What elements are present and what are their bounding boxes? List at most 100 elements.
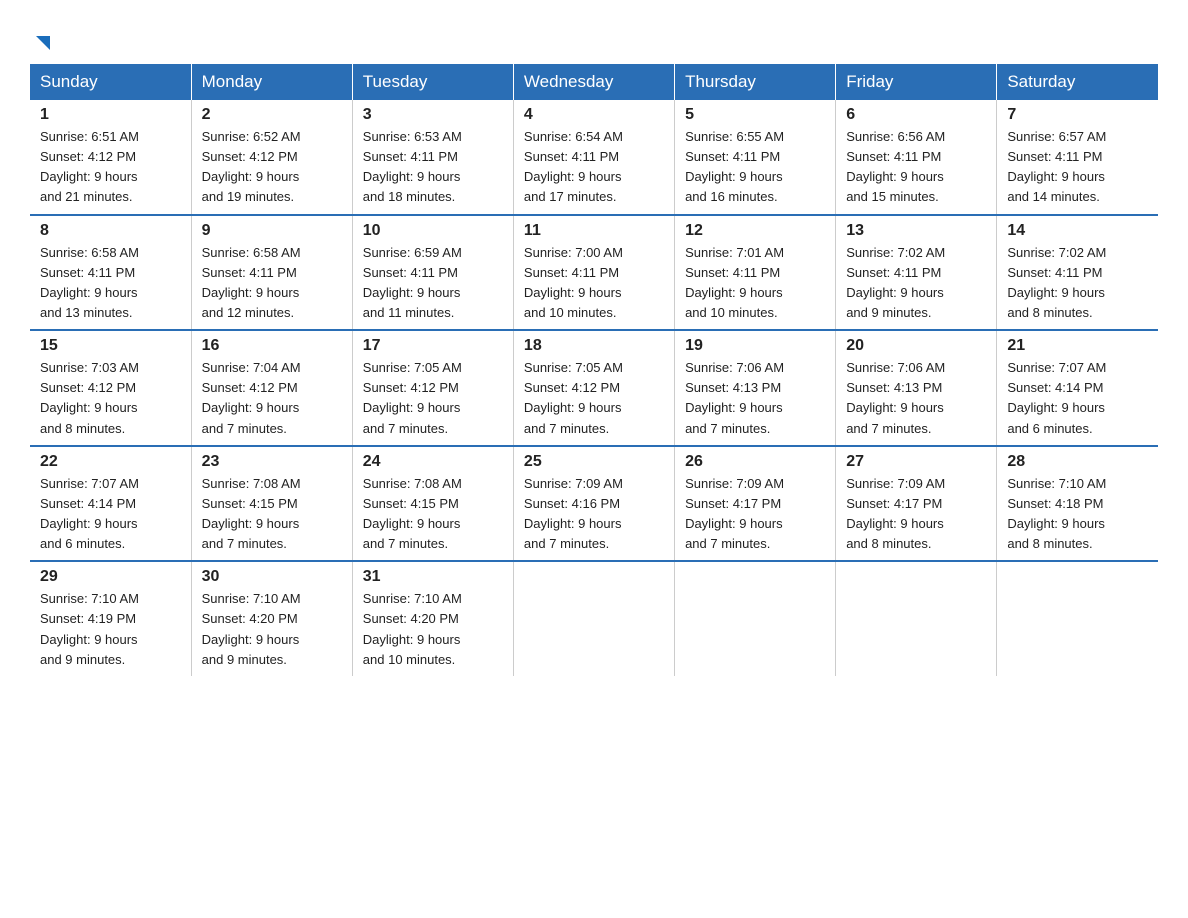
day-info: Sunrise: 7:02 AMSunset: 4:11 PMDaylight:… [846, 243, 986, 324]
week-row-3: 15 Sunrise: 7:03 AMSunset: 4:12 PMDayligh… [30, 330, 1158, 446]
day-cell: 23 Sunrise: 7:08 AMSunset: 4:15 PMDayligh… [191, 446, 352, 562]
logo-row1 [30, 30, 54, 54]
day-info: Sunrise: 7:02 AMSunset: 4:11 PMDaylight:… [1007, 243, 1148, 324]
day-cell: 15 Sunrise: 7:03 AMSunset: 4:12 PMDayligh… [30, 330, 191, 446]
day-info: Sunrise: 6:53 AMSunset: 4:11 PMDaylight:… [363, 127, 503, 208]
header-day-tuesday: Tuesday [352, 64, 513, 100]
day-cell: 30 Sunrise: 7:10 AMSunset: 4:20 PMDayligh… [191, 561, 352, 676]
header-day-thursday: Thursday [675, 64, 836, 100]
day-cell: 5 Sunrise: 6:55 AMSunset: 4:11 PMDaylight… [675, 100, 836, 215]
day-cell: 10Sunrise: 6:59 AMSunset: 4:11 PMDayligh… [352, 215, 513, 331]
day-number: 30 [202, 568, 342, 586]
day-number: 1 [40, 106, 181, 124]
day-number: 4 [524, 106, 664, 124]
day-number: 19 [685, 337, 825, 355]
day-info: Sunrise: 6:58 AMSunset: 4:11 PMDaylight:… [202, 243, 342, 324]
calendar-body: 1Sunrise: 6:51 AMSunset: 4:12 PMDaylight… [30, 100, 1158, 676]
day-number: 28 [1007, 453, 1148, 471]
week-row-1: 1Sunrise: 6:51 AMSunset: 4:12 PMDaylight… [30, 100, 1158, 215]
day-info: Sunrise: 7:06 AMSunset: 4:13 PMDaylight:… [685, 358, 825, 439]
day-number: 16 [202, 337, 342, 355]
week-row-2: 8 Sunrise: 6:58 AMSunset: 4:11 PMDaylight… [30, 215, 1158, 331]
day-number: 2 [202, 106, 342, 124]
day-number: 7 [1007, 106, 1148, 124]
day-number: 18 [524, 337, 664, 355]
day-cell [675, 561, 836, 676]
day-number: 23 [202, 453, 342, 471]
day-cell: 19 Sunrise: 7:06 AMSunset: 4:13 PMDayligh… [675, 330, 836, 446]
day-info: Sunrise: 7:01 AMSunset: 4:11 PMDaylight:… [685, 243, 825, 324]
day-info: Sunrise: 7:08 AMSunset: 4:15 PMDaylight:… [202, 474, 342, 555]
day-info: Sunrise: 6:54 AMSunset: 4:11 PMDaylight:… [524, 127, 664, 208]
day-info: Sunrise: 7:10 AMSunset: 4:20 PMDaylight:… [202, 589, 342, 670]
day-info: Sunrise: 6:52 AMSunset: 4:12 PMDaylight:… [202, 127, 342, 208]
page-header [30, 20, 1158, 54]
day-cell: 7 Sunrise: 6:57 AMSunset: 4:11 PMDaylight… [997, 100, 1158, 215]
day-cell: 21 Sunrise: 7:07 AMSunset: 4:14 PMDayligh… [997, 330, 1158, 446]
day-cell: 8 Sunrise: 6:58 AMSunset: 4:11 PMDaylight… [30, 215, 191, 331]
header-day-saturday: Saturday [997, 64, 1158, 100]
day-info: Sunrise: 7:09 AMSunset: 4:17 PMDaylight:… [846, 474, 986, 555]
day-number: 3 [363, 106, 503, 124]
day-cell: 9 Sunrise: 6:58 AMSunset: 4:11 PMDaylight… [191, 215, 352, 331]
logo-inner [30, 30, 54, 54]
day-cell: 1Sunrise: 6:51 AMSunset: 4:12 PMDaylight… [30, 100, 191, 215]
week-row-5: 29 Sunrise: 7:10 AMSunset: 4:19 PMDayligh… [30, 561, 1158, 676]
day-cell [513, 561, 674, 676]
day-info: Sunrise: 6:58 AMSunset: 4:11 PMDaylight:… [40, 243, 181, 324]
day-cell: 31 Sunrise: 7:10 AMSunset: 4:20 PMDayligh… [352, 561, 513, 676]
day-cell: 27 Sunrise: 7:09 AMSunset: 4:17 PMDayligh… [836, 446, 997, 562]
day-number: 9 [202, 222, 342, 240]
day-info: Sunrise: 7:10 AMSunset: 4:20 PMDaylight:… [363, 589, 503, 670]
day-number: 8 [40, 222, 181, 240]
day-info: Sunrise: 7:03 AMSunset: 4:12 PMDaylight:… [40, 358, 181, 439]
day-number: 26 [685, 453, 825, 471]
day-number: 31 [363, 568, 503, 586]
day-cell: 26 Sunrise: 7:09 AMSunset: 4:17 PMDayligh… [675, 446, 836, 562]
day-cell [836, 561, 997, 676]
day-number: 24 [363, 453, 503, 471]
day-number: 27 [846, 453, 986, 471]
day-cell: 12 Sunrise: 7:01 AMSunset: 4:11 PMDayligh… [675, 215, 836, 331]
header-day-wednesday: Wednesday [513, 64, 674, 100]
day-number: 15 [40, 337, 181, 355]
day-info: Sunrise: 7:00 AMSunset: 4:11 PMDaylight:… [524, 243, 664, 324]
day-cell [997, 561, 1158, 676]
day-number: 11 [524, 222, 664, 240]
day-info: Sunrise: 6:57 AMSunset: 4:11 PMDaylight:… [1007, 127, 1148, 208]
header-row: SundayMondayTuesdayWednesdayThursdayFrid… [30, 64, 1158, 100]
day-cell: 11 Sunrise: 7:00 AMSunset: 4:11 PMDayligh… [513, 215, 674, 331]
day-number: 14 [1007, 222, 1148, 240]
day-cell: 22Sunrise: 7:07 AMSunset: 4:14 PMDayligh… [30, 446, 191, 562]
day-info: Sunrise: 6:55 AMSunset: 4:11 PMDaylight:… [685, 127, 825, 208]
day-cell: 25Sunrise: 7:09 AMSunset: 4:16 PMDayligh… [513, 446, 674, 562]
day-cell: 17 Sunrise: 7:05 AMSunset: 4:12 PMDayligh… [352, 330, 513, 446]
day-info: Sunrise: 7:10 AMSunset: 4:19 PMDaylight:… [40, 589, 181, 670]
day-info: Sunrise: 7:05 AMSunset: 4:12 PMDaylight:… [363, 358, 503, 439]
day-cell: 6 Sunrise: 6:56 AMSunset: 4:11 PMDaylight… [836, 100, 997, 215]
day-cell: 16 Sunrise: 7:04 AMSunset: 4:12 PMDayligh… [191, 330, 352, 446]
day-info: Sunrise: 7:10 AMSunset: 4:18 PMDaylight:… [1007, 474, 1148, 555]
calendar-header: SundayMondayTuesdayWednesdayThursdayFrid… [30, 64, 1158, 100]
day-info: Sunrise: 7:06 AMSunset: 4:13 PMDaylight:… [846, 358, 986, 439]
logo-arrow-icon [32, 32, 54, 54]
day-info: Sunrise: 6:56 AMSunset: 4:11 PMDaylight:… [846, 127, 986, 208]
day-cell: 24Sunrise: 7:08 AMSunset: 4:15 PMDayligh… [352, 446, 513, 562]
day-cell: 14 Sunrise: 7:02 AMSunset: 4:11 PMDayligh… [997, 215, 1158, 331]
day-info: Sunrise: 7:07 AMSunset: 4:14 PMDaylight:… [1007, 358, 1148, 439]
day-number: 6 [846, 106, 986, 124]
day-info: Sunrise: 7:05 AMSunset: 4:12 PMDaylight:… [524, 358, 664, 439]
logo [30, 30, 54, 54]
day-info: Sunrise: 7:04 AMSunset: 4:12 PMDaylight:… [202, 358, 342, 439]
day-info: Sunrise: 7:07 AMSunset: 4:14 PMDaylight:… [40, 474, 181, 555]
day-number: 12 [685, 222, 825, 240]
day-cell: 20Sunrise: 7:06 AMSunset: 4:13 PMDayligh… [836, 330, 997, 446]
day-info: Sunrise: 7:09 AMSunset: 4:17 PMDaylight:… [685, 474, 825, 555]
day-cell: 29 Sunrise: 7:10 AMSunset: 4:19 PMDayligh… [30, 561, 191, 676]
day-number: 17 [363, 337, 503, 355]
day-number: 21 [1007, 337, 1148, 355]
day-cell: 4 Sunrise: 6:54 AMSunset: 4:11 PMDaylight… [513, 100, 674, 215]
day-number: 13 [846, 222, 986, 240]
day-number: 5 [685, 106, 825, 124]
day-number: 29 [40, 568, 181, 586]
